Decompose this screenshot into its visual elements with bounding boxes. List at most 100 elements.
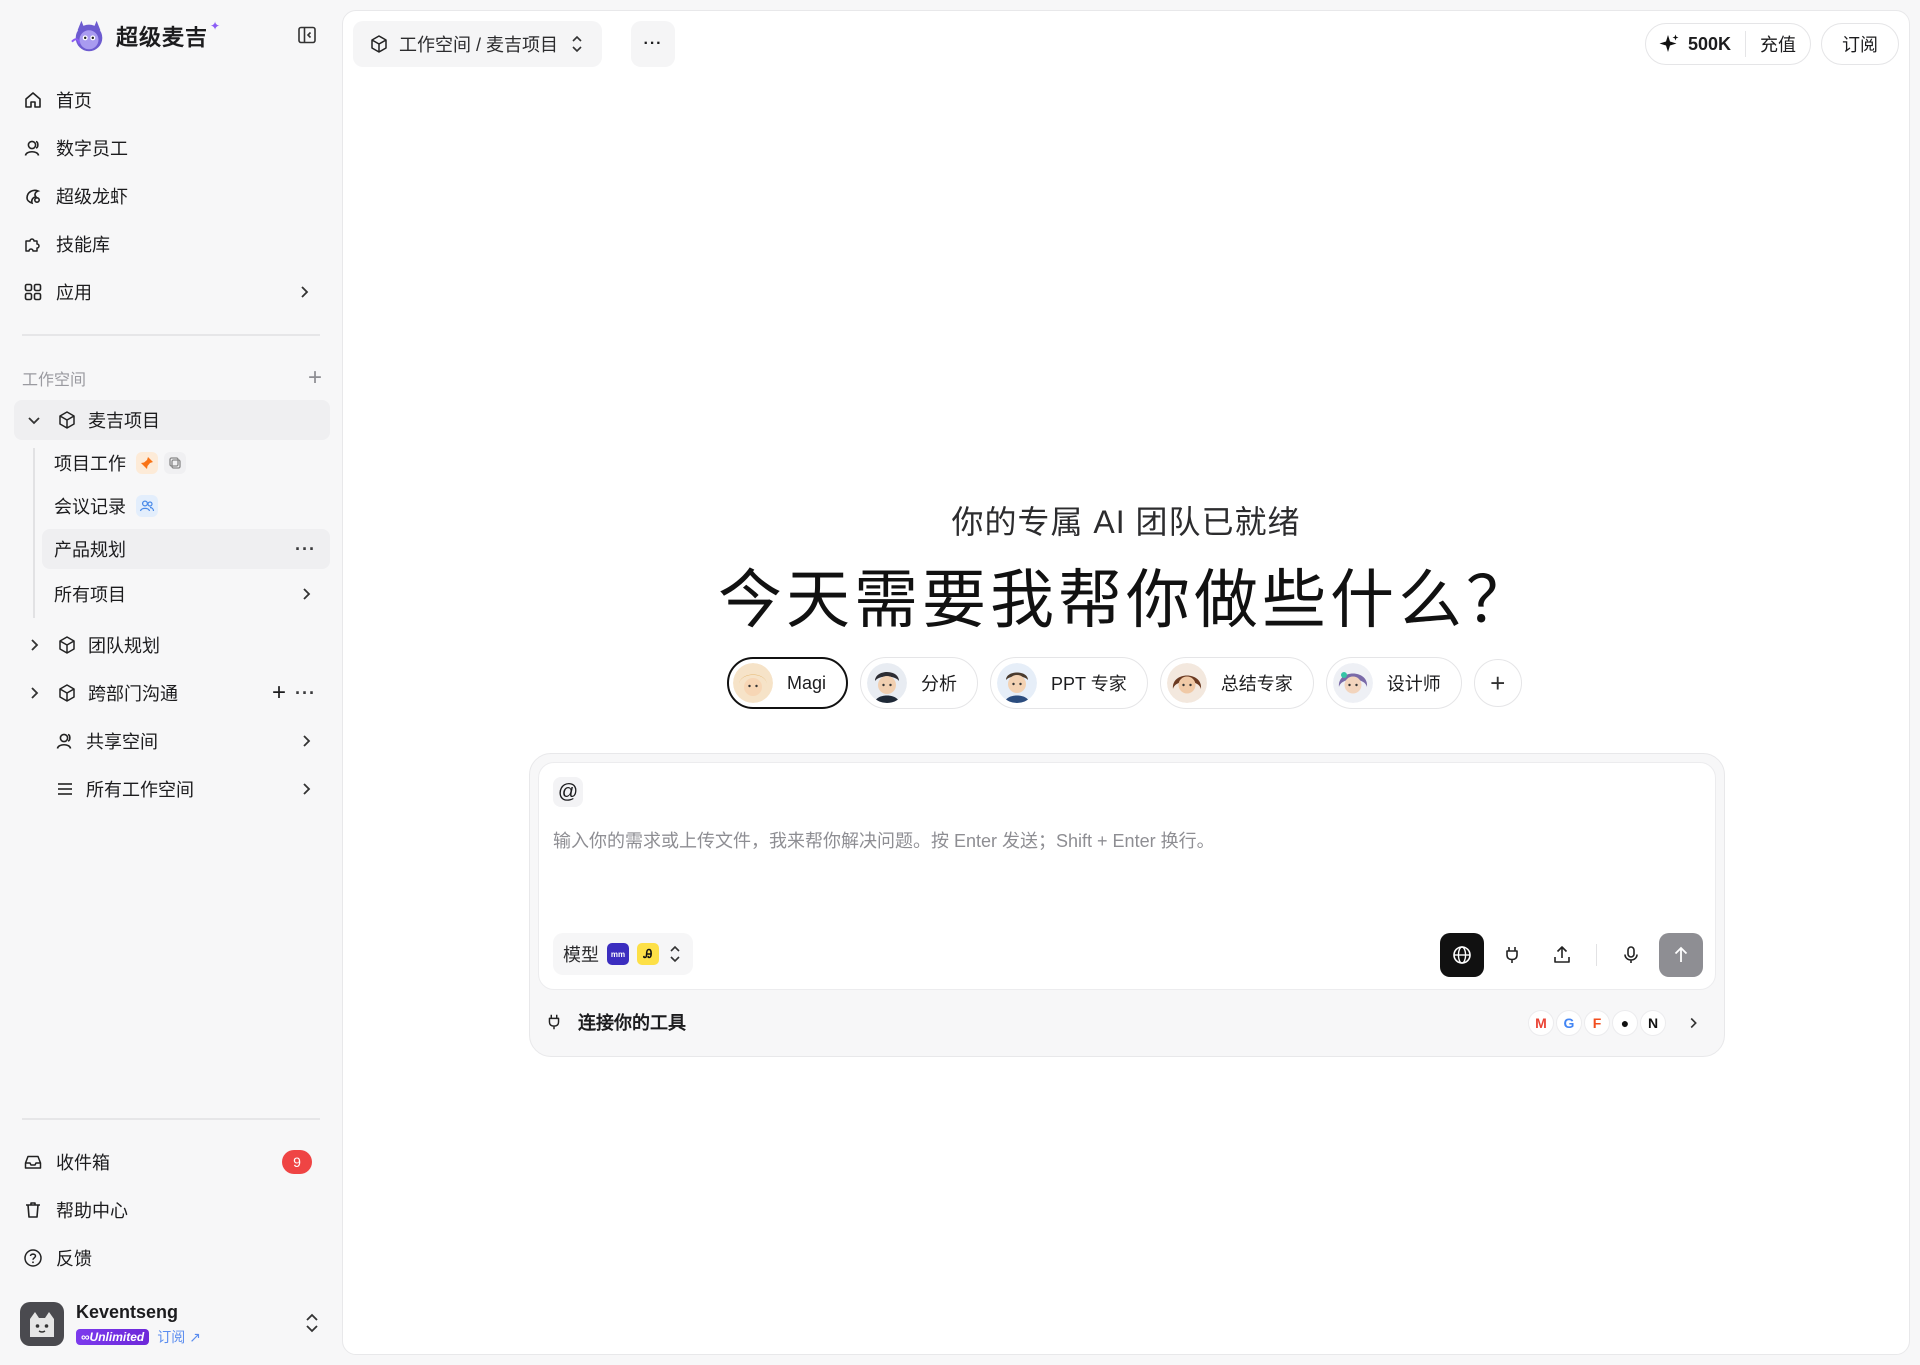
agent-analysis[interactable]: 分析 <box>860 657 979 709</box>
brand[interactable]: 超级麦吉 ✦ <box>70 16 226 56</box>
nav-inbox[interactable]: 收件箱 9 <box>12 1142 328 1182</box>
main-panel: 工作空间 / 麦吉项目 ··· 500K 充值 订阅 你的专属 AI 团队已就绪… <box>342 10 1910 1355</box>
cube-icon <box>56 682 78 704</box>
more-options-icon[interactable]: ··· <box>295 539 316 560</box>
project-team-planning[interactable]: 团队规划 <box>14 625 330 665</box>
chevron-right-icon <box>303 588 311 600</box>
arrow-up-icon <box>1674 946 1688 962</box>
agent-ppt-expert[interactable]: PPT 专家 <box>990 657 1148 709</box>
credits-amount[interactable]: 500K <box>1646 31 1746 57</box>
chevron-right-icon[interactable] <box>24 685 44 701</box>
plan-badge: ∞Unlimited <box>76 1328 150 1345</box>
user-profile[interactable]: Keventseng ∞Unlimited 订阅 ↗ <box>20 1296 330 1352</box>
nav-super-lobster[interactable]: 超级龙虾 <box>12 176 328 216</box>
microphone-icon <box>1624 946 1638 963</box>
collapse-sidebar-button[interactable] <box>294 22 320 48</box>
chevron-right-icon[interactable] <box>24 637 44 653</box>
add-agent-button[interactable]: + <box>1473 659 1522 707</box>
send-button[interactable] <box>1659 933 1703 977</box>
nav-label: 帮助中心 <box>56 1201 128 1221</box>
upload-button[interactable] <box>1540 933 1584 977</box>
model-selector[interactable]: 模型 mm Ꭿ <box>553 933 693 975</box>
composer-container: @ 输入你的需求或上传文件，我来帮你解决问题。按 Enter 发送；Shift … <box>529 753 1725 1057</box>
shared-space[interactable]: 共享空间 <box>42 721 330 761</box>
nav-label: 超级龙虾 <box>56 187 128 207</box>
all-workspaces[interactable]: 所有工作空间 <box>42 769 330 809</box>
workspace-header-label: 工作空间 <box>22 372 87 389</box>
cube-icon <box>371 35 387 53</box>
hero-title: 今天需要我帮你做些什么？ <box>718 564 1534 636</box>
chevron-down-icon[interactable] <box>24 412 44 428</box>
agent-avatar <box>867 663 908 703</box>
subscribe-link[interactable]: 订阅 ↗ <box>157 1327 201 1347</box>
add-icon[interactable]: + <box>272 679 286 707</box>
plugin-button[interactable] <box>1490 933 1534 977</box>
sidebar-toggle-icon <box>298 26 316 44</box>
more-button[interactable]: ··· <box>631 21 675 67</box>
connect-tools-row[interactable]: 连接你的工具 M G F ● N <box>544 1002 1712 1042</box>
chevron-right-icon <box>301 286 309 298</box>
nav-digital-staff[interactable]: 数字员工 <box>12 128 328 168</box>
pin-icon <box>136 452 158 474</box>
upload-icon <box>1554 946 1570 963</box>
web-search-button[interactable] <box>1440 933 1484 977</box>
avatar <box>20 1302 64 1346</box>
add-workspace-icon[interactable]: + <box>308 364 322 392</box>
gmail-icon: M <box>1528 1010 1554 1036</box>
subitem-label: 会议记录 <box>54 497 126 517</box>
user-icon <box>22 137 44 159</box>
trash-help-icon <box>22 1199 44 1221</box>
puzzle-icon <box>22 233 44 255</box>
mention-button[interactable]: @ <box>553 777 583 807</box>
subscribe-button[interactable]: 订阅 <box>1821 23 1899 65</box>
connect-tools-label: 连接你的工具 <box>578 1013 686 1033</box>
list-icon <box>54 778 76 800</box>
credits-pill: 500K 充值 <box>1644 23 1811 65</box>
figma-icon: F <box>1584 1010 1610 1036</box>
nav-help-center[interactable]: 帮助中心 <box>12 1190 328 1230</box>
breadcrumb-text: 工作空间 / 麦吉项目 <box>399 35 559 55</box>
project-label: 麦吉项目 <box>88 411 160 431</box>
chevron-right-icon <box>303 735 311 747</box>
more-options-icon[interactable]: ··· <box>295 683 316 704</box>
agent-designer[interactable]: 设计师 <box>1325 657 1462 709</box>
nav-feedback[interactable]: 反馈 <box>12 1238 328 1278</box>
plug-icon <box>1506 947 1518 963</box>
chevron-right-icon <box>1690 1017 1697 1029</box>
nav-label: 收件箱 <box>56 1153 110 1173</box>
project-magi[interactable]: 麦吉项目 <box>14 400 330 440</box>
chevron-updown-icon[interactable] <box>302 1312 322 1334</box>
topup-button[interactable]: 充值 <box>1746 31 1810 57</box>
workspace-section-header: 工作空间 + <box>22 364 322 392</box>
subitem-meeting-notes[interactable]: 会议记录 <box>42 486 330 526</box>
subitem-product-planning[interactable]: 产品规划 ··· <box>42 529 330 569</box>
project-label: 团队规划 <box>88 636 160 656</box>
agent-magi[interactable]: Magi <box>727 657 849 709</box>
nav-apps[interactable]: 应用 <box>12 272 328 312</box>
cube-icon <box>56 634 78 656</box>
brand-star-icon: ✦ <box>210 19 221 33</box>
all-workspaces-label: 所有工作空间 <box>86 780 194 800</box>
breadcrumb[interactable]: 工作空间 / 麦吉项目 <box>353 21 603 67</box>
brand-logo-icon <box>71 20 103 52</box>
voice-input-button[interactable] <box>1609 933 1653 977</box>
question-icon <box>22 1247 44 1269</box>
nav-label: 首页 <box>56 91 92 111</box>
subitem-all-projects[interactable]: 所有项目 <box>42 574 330 614</box>
nav-label: 技能库 <box>56 235 110 255</box>
nav-skill-library[interactable]: 技能库 <box>12 224 328 264</box>
agent-summary-expert[interactable]: 总结专家 <box>1159 657 1314 709</box>
cube-icon <box>56 409 78 431</box>
composer-box[interactable]: @ 输入你的需求或上传文件，我来帮你解决问题。按 Enter 发送；Shift … <box>538 762 1716 990</box>
project-cross-department[interactable]: 跨部门沟通 + ··· <box>14 673 330 713</box>
sidebar: 超级麦吉 ✦ 首页 数字员工 超级龙虾 技能库 应用 工作空间 + 麦吉项目 项… <box>0 0 340 1365</box>
agent-avatar <box>1332 663 1373 703</box>
shared-space-label: 共享空间 <box>86 732 158 752</box>
subitem-project-work[interactable]: 项目工作 <box>42 443 330 483</box>
agent-avatar <box>733 663 773 703</box>
message-input[interactable]: 输入你的需求或上传文件，我来帮你解决问题。按 Enter 发送；Shift + … <box>553 827 1215 853</box>
nav-home[interactable]: 首页 <box>12 80 328 120</box>
hero-subtitle: 你的专属 AI 团队已就绪 <box>951 504 1301 540</box>
chevron-updown-icon <box>670 945 680 963</box>
google-icon: G <box>1556 1010 1582 1036</box>
